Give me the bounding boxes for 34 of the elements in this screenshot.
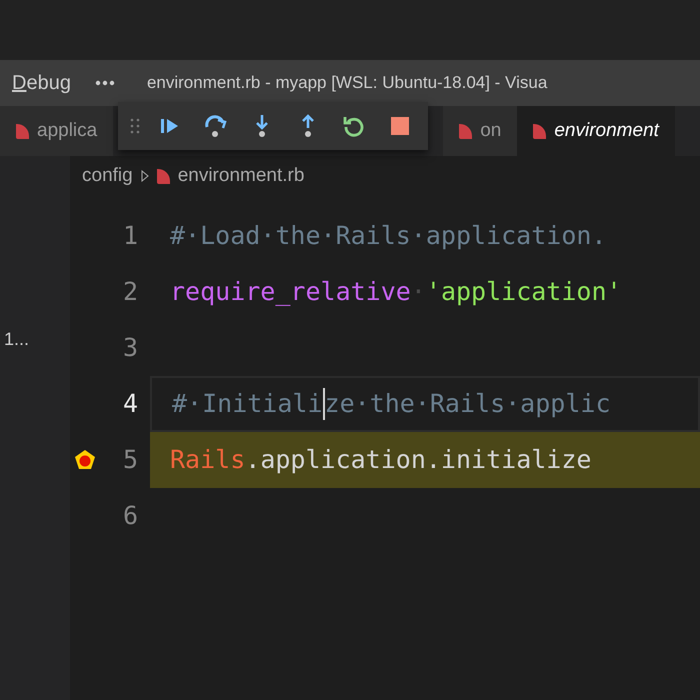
line-number: 6 (122, 500, 139, 532)
step-over-icon (203, 114, 229, 138)
sidebar-item: 1... (4, 328, 30, 351)
breakpoint-icon[interactable] (74, 449, 96, 471)
menu-item[interactable]: Debug (12, 68, 71, 98)
code-token: ze·the·Rails·applic (324, 388, 610, 420)
code-token: · (410, 276, 426, 308)
stop-icon (389, 115, 411, 137)
window-title: environment.rb - myapp [WSL: Ubuntu-18.04] - Visua (146, 72, 548, 94)
ellipsis-icon (94, 80, 115, 86)
ruby-file-icon (533, 124, 546, 138)
text-cursor (322, 388, 325, 420)
ruby-file-icon (16, 124, 29, 138)
line-number: 4 (122, 388, 139, 420)
code-token: 'application' (426, 276, 622, 308)
code-token: #·Initiali (172, 388, 323, 420)
line-number: 1 (122, 220, 139, 252)
code-token: Rails (170, 444, 246, 476)
editor-tab[interactable]: environment (517, 106, 675, 156)
editor-tab[interactable]: applica (0, 106, 114, 156)
breadcrumb-item[interactable]: config (82, 162, 133, 190)
line-number: 3 (122, 332, 139, 364)
line-number: 2 (122, 276, 139, 308)
editor-tab[interactable]: on (443, 106, 518, 156)
ruby-file-icon (156, 168, 170, 184)
ruby-file-icon (459, 124, 472, 138)
code-token: .application.initialize (245, 444, 592, 476)
code-token: #·Load·the·Rails·application. (170, 220, 606, 252)
restart-icon (342, 114, 366, 138)
chevron-right-icon (140, 170, 149, 182)
code-token: require_relative (170, 276, 411, 308)
drag-handle-icon[interactable] (130, 117, 140, 135)
breadcrumb-item[interactable]: environment.rb (178, 162, 304, 190)
line-number: 5 (122, 444, 139, 476)
